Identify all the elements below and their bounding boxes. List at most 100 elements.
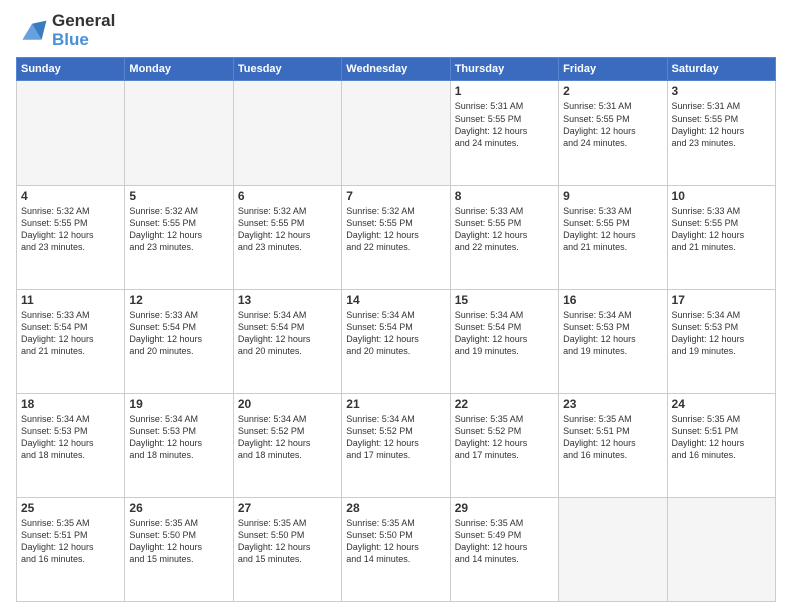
calendar-cell: 14 Sunrise: 5:34 AM Sunset: 5:54 PM Dayli… <box>342 289 450 393</box>
day-number: 7 <box>346 189 445 203</box>
day-number: 12 <box>129 293 228 307</box>
logo-line2: Blue <box>52 31 115 50</box>
day-number: 28 <box>346 501 445 515</box>
day-info: Sunrise: 5:34 AM Sunset: 5:53 PM Dayligh… <box>21 413 120 462</box>
day-number: 16 <box>563 293 662 307</box>
day-info: Sunrise: 5:35 AM Sunset: 5:50 PM Dayligh… <box>129 517 228 566</box>
calendar-cell: 29 Sunrise: 5:35 AM Sunset: 5:49 PM Dayli… <box>450 497 558 601</box>
day-number: 18 <box>21 397 120 411</box>
calendar-cell: 22 Sunrise: 5:35 AM Sunset: 5:52 PM Dayli… <box>450 393 558 497</box>
calendar-cell: 11Sunrise: 5:33 AM Sunset: 5:54 PM Dayli… <box>17 289 125 393</box>
day-info: Sunrise: 5:33 AM Sunset: 5:54 PM Dayligh… <box>129 309 228 358</box>
calendar-cell <box>667 497 775 601</box>
day-info: Sunrise: 5:33 AM Sunset: 5:55 PM Dayligh… <box>455 205 554 254</box>
calendar-cell: 15 Sunrise: 5:34 AM Sunset: 5:54 PM Dayli… <box>450 289 558 393</box>
day-info: Sunrise: 5:35 AM Sunset: 5:50 PM Dayligh… <box>238 517 337 566</box>
day-number: 15 <box>455 293 554 307</box>
calendar-cell: 18 Sunrise: 5:34 AM Sunset: 5:53 PM Dayli… <box>17 393 125 497</box>
weekday-header-sunday: Sunday <box>17 58 125 81</box>
day-info: Sunrise: 5:34 AM Sunset: 5:53 PM Dayligh… <box>563 309 662 358</box>
calendar-cell: 4Sunrise: 5:32 AM Sunset: 5:55 PM Daylig… <box>17 185 125 289</box>
day-number: 29 <box>455 501 554 515</box>
weekday-header-saturday: Saturday <box>667 58 775 81</box>
calendar-cell: 1 Sunrise: 5:31 AM Sunset: 5:55 PM Daylig… <box>450 81 558 185</box>
day-info: Sunrise: 5:31 AM Sunset: 5:55 PM Dayligh… <box>563 100 662 149</box>
day-info: Sunrise: 5:33 AM Sunset: 5:55 PM Dayligh… <box>563 205 662 254</box>
calendar-cell: 24 Sunrise: 5:35 AM Sunset: 5:51 PM Dayli… <box>667 393 775 497</box>
day-info: Sunrise: 5:34 AM Sunset: 5:52 PM Dayligh… <box>238 413 337 462</box>
logo: General Blue <box>16 12 115 49</box>
day-info: Sunrise: 5:35 AM Sunset: 5:49 PM Dayligh… <box>455 517 554 566</box>
week-row-3: 11Sunrise: 5:33 AM Sunset: 5:54 PM Dayli… <box>17 289 776 393</box>
day-number: 24 <box>672 397 771 411</box>
day-info: Sunrise: 5:34 AM Sunset: 5:54 PM Dayligh… <box>455 309 554 358</box>
week-row-1: 1 Sunrise: 5:31 AM Sunset: 5:55 PM Daylig… <box>17 81 776 185</box>
calendar-cell <box>233 81 341 185</box>
header: General Blue <box>16 12 776 49</box>
calendar-cell: 20 Sunrise: 5:34 AM Sunset: 5:52 PM Dayli… <box>233 393 341 497</box>
day-number: 8 <box>455 189 554 203</box>
day-info: Sunrise: 5:33 AM Sunset: 5:54 PM Dayligh… <box>21 309 120 358</box>
day-number: 25 <box>21 501 120 515</box>
calendar-cell: 13Sunrise: 5:34 AM Sunset: 5:54 PM Dayli… <box>233 289 341 393</box>
day-info: Sunrise: 5:35 AM Sunset: 5:51 PM Dayligh… <box>563 413 662 462</box>
week-row-4: 18 Sunrise: 5:34 AM Sunset: 5:53 PM Dayli… <box>17 393 776 497</box>
day-info: Sunrise: 5:31 AM Sunset: 5:55 PM Dayligh… <box>672 100 771 149</box>
calendar-cell: 12 Sunrise: 5:33 AM Sunset: 5:54 PM Dayli… <box>125 289 233 393</box>
weekday-header-row: SundayMondayTuesdayWednesdayThursdayFrid… <box>17 58 776 81</box>
day-info: Sunrise: 5:32 AM Sunset: 5:55 PM Dayligh… <box>21 205 120 254</box>
week-row-2: 4Sunrise: 5:32 AM Sunset: 5:55 PM Daylig… <box>17 185 776 289</box>
weekday-header-wednesday: Wednesday <box>342 58 450 81</box>
page: General Blue SundayMondayTuesdayWednesda… <box>0 0 792 612</box>
day-info: Sunrise: 5:32 AM Sunset: 5:55 PM Dayligh… <box>346 205 445 254</box>
day-number: 19 <box>129 397 228 411</box>
day-info: Sunrise: 5:35 AM Sunset: 5:51 PM Dayligh… <box>672 413 771 462</box>
day-info: Sunrise: 5:33 AM Sunset: 5:55 PM Dayligh… <box>672 205 771 254</box>
day-number: 17 <box>672 293 771 307</box>
day-info: Sunrise: 5:32 AM Sunset: 5:55 PM Dayligh… <box>238 205 337 254</box>
calendar-cell: 26 Sunrise: 5:35 AM Sunset: 5:50 PM Dayli… <box>125 497 233 601</box>
weekday-header-monday: Monday <box>125 58 233 81</box>
day-number: 14 <box>346 293 445 307</box>
calendar-table: SundayMondayTuesdayWednesdayThursdayFrid… <box>16 57 776 602</box>
calendar-cell: 25 Sunrise: 5:35 AM Sunset: 5:51 PM Dayli… <box>17 497 125 601</box>
calendar-cell: 3 Sunrise: 5:31 AM Sunset: 5:55 PM Daylig… <box>667 81 775 185</box>
day-number: 22 <box>455 397 554 411</box>
calendar-cell: 16 Sunrise: 5:34 AM Sunset: 5:53 PM Dayli… <box>559 289 667 393</box>
calendar-cell: 2 Sunrise: 5:31 AM Sunset: 5:55 PM Daylig… <box>559 81 667 185</box>
day-info: Sunrise: 5:35 AM Sunset: 5:51 PM Dayligh… <box>21 517 120 566</box>
calendar-cell: 28Sunrise: 5:35 AM Sunset: 5:50 PM Dayli… <box>342 497 450 601</box>
weekday-header-tuesday: Tuesday <box>233 58 341 81</box>
day-number: 3 <box>672 84 771 98</box>
day-info: Sunrise: 5:31 AM Sunset: 5:55 PM Dayligh… <box>455 100 554 149</box>
calendar-cell: 27 Sunrise: 5:35 AM Sunset: 5:50 PM Dayli… <box>233 497 341 601</box>
day-info: Sunrise: 5:32 AM Sunset: 5:55 PM Dayligh… <box>129 205 228 254</box>
day-number: 23 <box>563 397 662 411</box>
calendar-cell: 5Sunrise: 5:32 AM Sunset: 5:55 PM Daylig… <box>125 185 233 289</box>
day-info: Sunrise: 5:34 AM Sunset: 5:53 PM Dayligh… <box>129 413 228 462</box>
day-number: 20 <box>238 397 337 411</box>
week-row-5: 25 Sunrise: 5:35 AM Sunset: 5:51 PM Dayli… <box>17 497 776 601</box>
weekday-header-friday: Friday <box>559 58 667 81</box>
day-number: 2 <box>563 84 662 98</box>
day-info: Sunrise: 5:34 AM Sunset: 5:54 PM Dayligh… <box>346 309 445 358</box>
logo-icon <box>16 17 48 45</box>
calendar-cell: 21Sunrise: 5:34 AM Sunset: 5:52 PM Dayli… <box>342 393 450 497</box>
calendar-cell: 19 Sunrise: 5:34 AM Sunset: 5:53 PM Dayli… <box>125 393 233 497</box>
day-info: Sunrise: 5:35 AM Sunset: 5:52 PM Dayligh… <box>455 413 554 462</box>
day-number: 1 <box>455 84 554 98</box>
day-number: 27 <box>238 501 337 515</box>
calendar-cell: 9Sunrise: 5:33 AM Sunset: 5:55 PM Daylig… <box>559 185 667 289</box>
calendar-cell <box>17 81 125 185</box>
day-number: 13 <box>238 293 337 307</box>
calendar-cell <box>125 81 233 185</box>
calendar-cell: 8 Sunrise: 5:33 AM Sunset: 5:55 PM Daylig… <box>450 185 558 289</box>
calendar-cell <box>342 81 450 185</box>
day-info: Sunrise: 5:34 AM Sunset: 5:52 PM Dayligh… <box>346 413 445 462</box>
weekday-header-thursday: Thursday <box>450 58 558 81</box>
calendar-cell: 23 Sunrise: 5:35 AM Sunset: 5:51 PM Dayli… <box>559 393 667 497</box>
calendar-cell: 6 Sunrise: 5:32 AM Sunset: 5:55 PM Daylig… <box>233 185 341 289</box>
day-number: 26 <box>129 501 228 515</box>
day-number: 6 <box>238 189 337 203</box>
calendar-cell: 17Sunrise: 5:34 AM Sunset: 5:53 PM Dayli… <box>667 289 775 393</box>
